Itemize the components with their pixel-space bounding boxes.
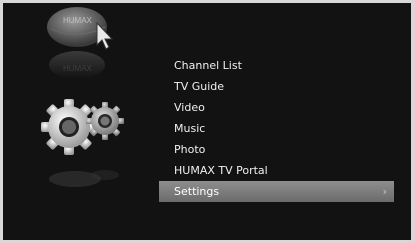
gear-icon [41,99,124,187]
menu-item-tv-guide[interactable]: TV Guide [159,76,394,97]
svg-text:HUMAX: HUMAX [63,64,93,73]
main-menu: Channel List TV Guide Video Music Photo … [159,55,394,202]
menu-item-photo[interactable]: Photo [159,139,394,160]
menu-item-video[interactable]: Video [159,97,394,118]
menu-item-humax-tv-portal[interactable]: HUMAX TV Portal [159,160,394,181]
menu-item-channel-list[interactable]: Channel List [159,55,394,76]
tv-menu-screen: HUMAX HUMAX Channel List TV Guide Video … [3,3,411,240]
menu-item-label: Video [174,101,205,114]
menu-item-label: Channel List [174,59,242,72]
menu-item-music[interactable]: Music [159,118,394,139]
menu-item-label: HUMAX TV Portal [174,164,268,177]
menu-item-settings[interactable]: Settings › [159,181,394,202]
menu-item-label: TV Guide [174,80,225,93]
chevron-right-icon: › [382,185,387,198]
menu-item-label: Photo [174,143,206,156]
globe-icon: HUMAX HUMAX [47,7,114,79]
logo-text: HUMAX [63,16,93,25]
menu-item-label: Settings [174,185,220,198]
menu-item-label: Music [174,122,206,135]
